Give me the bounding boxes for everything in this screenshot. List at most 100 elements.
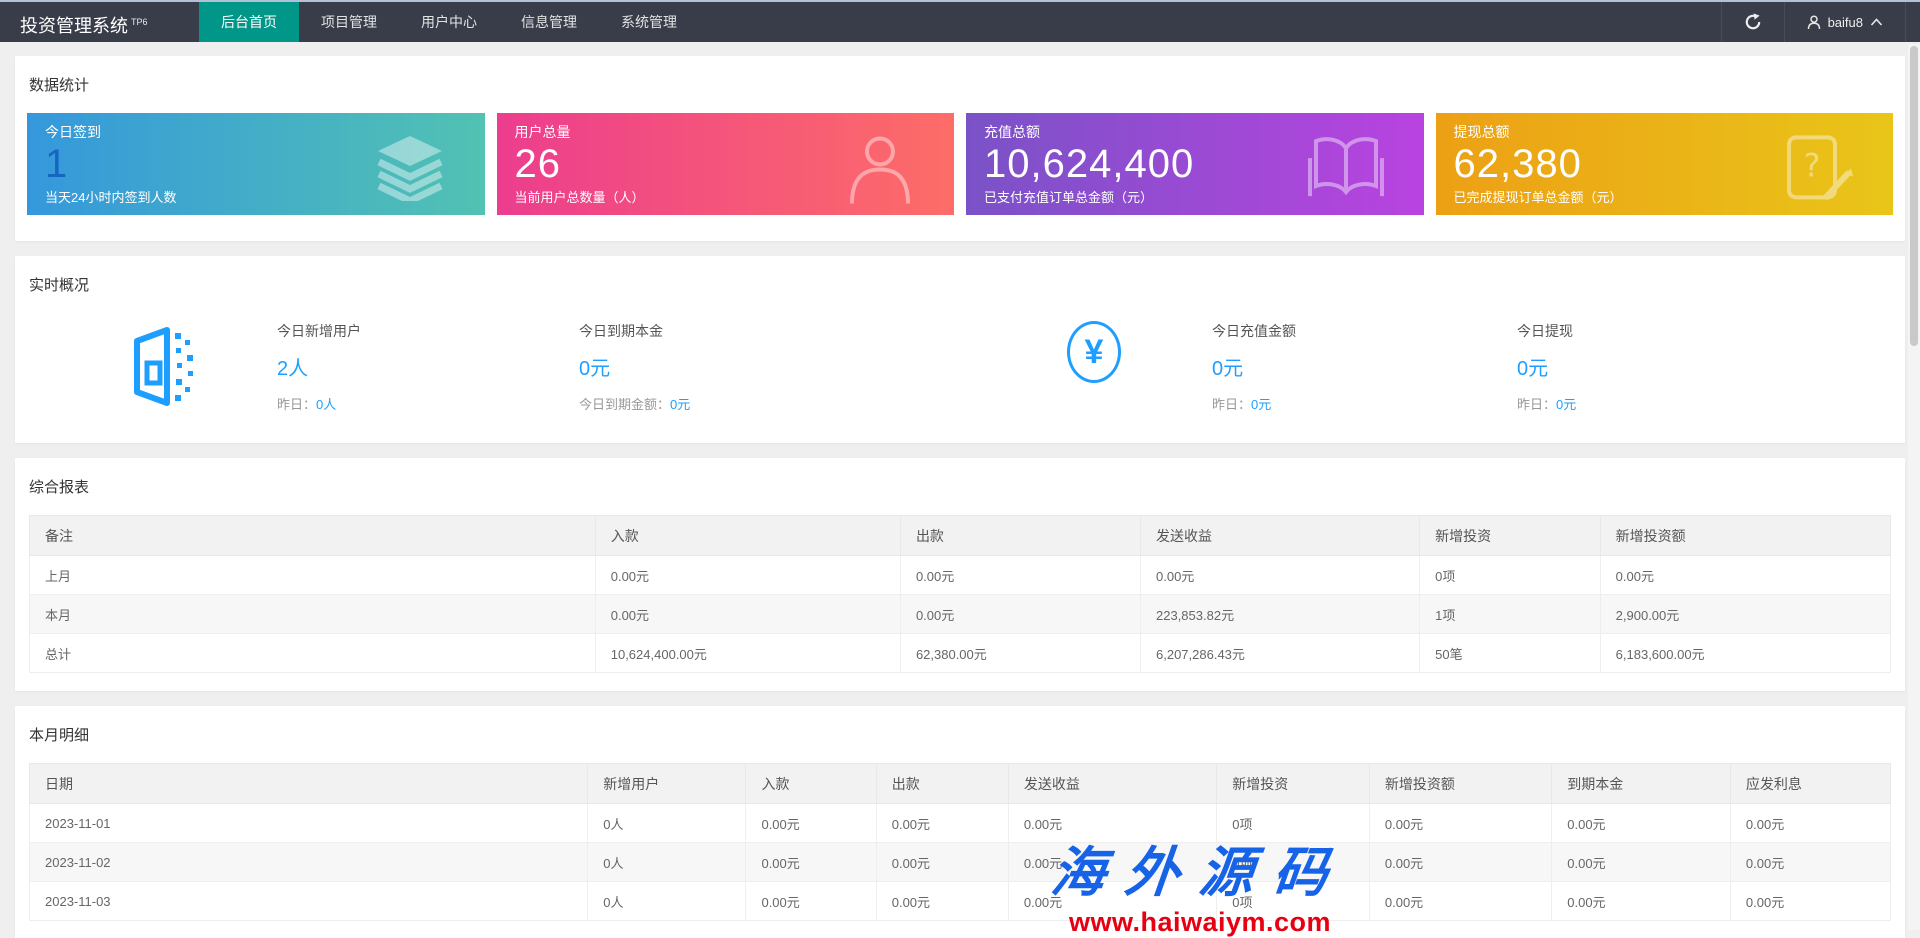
realtime-stat-due-principal: 今日到期本金 0元 今日到期金额：0元 [579, 321, 690, 413]
svg-text:?: ? [1804, 146, 1821, 184]
table-cell: 0.00元 [1552, 882, 1731, 921]
table-cell: 50笔 [1420, 634, 1601, 673]
username: baifu8 [1828, 15, 1863, 30]
table-cell: 62,380.00元 [900, 634, 1140, 673]
table-cell: 0项 [1217, 843, 1370, 882]
layers-icon [373, 135, 447, 201]
stat-sub: 昨日：0人 [277, 394, 361, 413]
summary-table: 备注 入款 出款 发送收益 新增投资 新增投资额 上月0.00元0.00元0.0… [29, 515, 1891, 673]
stat-label: 今日充值金额 [1212, 321, 1296, 341]
table-cell: 0.00元 [876, 804, 1008, 843]
user-icon [844, 131, 916, 205]
table-cell: 10,624,400.00元 [595, 634, 900, 673]
monthly-detail-panel: 本月明细 日期 新增用户 入款 出款 发送收益 新增投资 新增投资额 到期本金 … [15, 706, 1905, 938]
table-cell: 0.00元 [1141, 556, 1420, 595]
nav-menu: 后台首页 项目管理 用户中心 信息管理 系统管理 [199, 2, 699, 42]
table-header-row: 日期 新增用户 入款 出款 发送收益 新增投资 新增投资额 到期本金 应发利息 [30, 764, 1891, 804]
table-cell: 上月 [30, 556, 596, 595]
refresh-icon [1744, 13, 1762, 31]
table-cell: 0.00元 [746, 804, 876, 843]
scrollbar-track[interactable] [1908, 44, 1920, 930]
column-header: 新增投资额 [1600, 516, 1890, 556]
stat-label: 今日提现 [1517, 321, 1576, 341]
column-header: 入款 [746, 764, 876, 804]
table-cell: 0.00元 [1008, 804, 1216, 843]
table-row: 2023-11-010人0.00元0.00元0.00元0项0.00元0.00元0… [30, 804, 1891, 843]
column-header: 应发利息 [1730, 764, 1890, 804]
nav-item-system[interactable]: 系统管理 [599, 2, 699, 42]
stats-panel: 数据统计 今日签到 1 当天24小时内签到人数 用户总量 26 当前用户总数量（… [15, 56, 1905, 241]
table-cell: 0.00元 [1600, 556, 1890, 595]
column-header: 新增用户 [588, 764, 746, 804]
stat-sub: 今日到期金额：0元 [579, 394, 690, 413]
scrollbar-thumb[interactable] [1910, 46, 1918, 346]
detail-table: 日期 新增用户 入款 出款 发送收益 新增投资 新增投资额 到期本金 应发利息 … [29, 763, 1891, 921]
summary-panel-title: 综合报表 [29, 476, 1891, 497]
column-header: 日期 [30, 764, 588, 804]
table-cell: 0.00元 [1369, 804, 1551, 843]
summary-report-panel: 综合报表 备注 入款 出款 发送收益 新增投资 新增投资额 上月0.00元0.0… [15, 458, 1905, 691]
table-cell: 0.00元 [746, 843, 876, 882]
stat-card-withdraw-total: 提现总额 62,380 已完成提现订单总金额（元） ? [1436, 113, 1894, 215]
table-cell: 6,207,286.43元 [1141, 634, 1420, 673]
stat-value: 0元 [1212, 352, 1296, 381]
column-header: 到期本金 [1552, 764, 1731, 804]
table-cell: 本月 [30, 595, 596, 634]
stat-value: 0元 [579, 352, 690, 381]
table-cell: 2,900.00元 [1600, 595, 1890, 634]
table-cell: 0.00元 [1730, 843, 1890, 882]
column-header: 新增投资 [1217, 764, 1370, 804]
table-cell: 0项 [1420, 556, 1601, 595]
table-cell: 0.00元 [1369, 882, 1551, 921]
column-header: 新增投资 [1420, 516, 1601, 556]
column-header: 出款 [900, 516, 1140, 556]
nav-item-users[interactable]: 用户中心 [399, 2, 499, 42]
stat-cards: 今日签到 1 当天24小时内签到人数 用户总量 26 当前用户总数量（人） [27, 113, 1893, 215]
app-logo[interactable]: 投资管理系统TP6 [0, 2, 199, 42]
table-cell: 总计 [30, 634, 596, 673]
table-cell: 0人 [588, 843, 746, 882]
table-row: 2023-11-020人0.00元0.00元0.00元0项0.00元0.00元0… [30, 843, 1891, 882]
nav-item-projects[interactable]: 项目管理 [299, 2, 399, 42]
app-title: 投资管理系统 [20, 16, 128, 36]
table-cell: 0.00元 [595, 556, 900, 595]
table-row: 上月0.00元0.00元0.00元0项0.00元 [30, 556, 1891, 595]
table-cell: 223,853.82元 [1141, 595, 1420, 634]
realtime-stat-withdraw: 今日提现 0元 昨日：0元 [1517, 321, 1576, 413]
column-header: 发送收益 [1008, 764, 1216, 804]
table-cell: 0.00元 [1552, 843, 1731, 882]
table-cell: 0.00元 [746, 882, 876, 921]
stat-card-signin: 今日签到 1 当天24小时内签到人数 [27, 113, 485, 215]
table-row: 本月0.00元0.00元223,853.82元1项2,900.00元 [30, 595, 1891, 634]
stat-sub: 昨日：0元 [1212, 394, 1296, 413]
column-header: 新增投资额 [1369, 764, 1551, 804]
table-cell: 0.00元 [1730, 804, 1890, 843]
table-cell: 0.00元 [1008, 882, 1216, 921]
stats-panel-title: 数据统计 [29, 74, 1891, 95]
table-cell: 0项 [1217, 882, 1370, 921]
column-header: 入款 [595, 516, 900, 556]
stat-value: 2人 [277, 352, 361, 381]
refresh-button[interactable] [1721, 2, 1784, 42]
table-cell: 0.00元 [900, 595, 1140, 634]
table-cell: 2023-11-03 [30, 882, 588, 921]
realtime-panel-title: 实时概况 [29, 274, 1891, 295]
book-icon [1306, 134, 1386, 202]
table-cell: 0.00元 [1730, 882, 1890, 921]
table-cell: 1项 [1420, 595, 1601, 634]
user-menu[interactable]: baifu8 [1784, 2, 1906, 42]
column-header: 备注 [30, 516, 596, 556]
main-content: 数据统计 今日签到 1 当天24小时内签到人数 用户总量 26 当前用户总数量（… [0, 42, 1920, 938]
nav-item-information[interactable]: 信息管理 [499, 2, 599, 42]
building-icon [119, 323, 203, 409]
table-cell: 2023-11-02 [30, 843, 588, 882]
nav-right: baifu8 [1721, 2, 1920, 42]
realtime-stat-new-users: 今日新增用户 2人 昨日：0人 [277, 321, 361, 413]
stat-label: 今日新增用户 [277, 321, 361, 341]
table-cell: 0.00元 [876, 882, 1008, 921]
realtime-stat-recharge: 今日充值金额 0元 昨日：0元 [1212, 321, 1296, 413]
table-row: 2023-11-030人0.00元0.00元0.00元0项0.00元0.00元0… [30, 882, 1891, 921]
table-cell: 0项 [1217, 804, 1370, 843]
nav-item-dashboard[interactable]: 后台首页 [199, 2, 299, 42]
table-cell: 0.00元 [595, 595, 900, 634]
